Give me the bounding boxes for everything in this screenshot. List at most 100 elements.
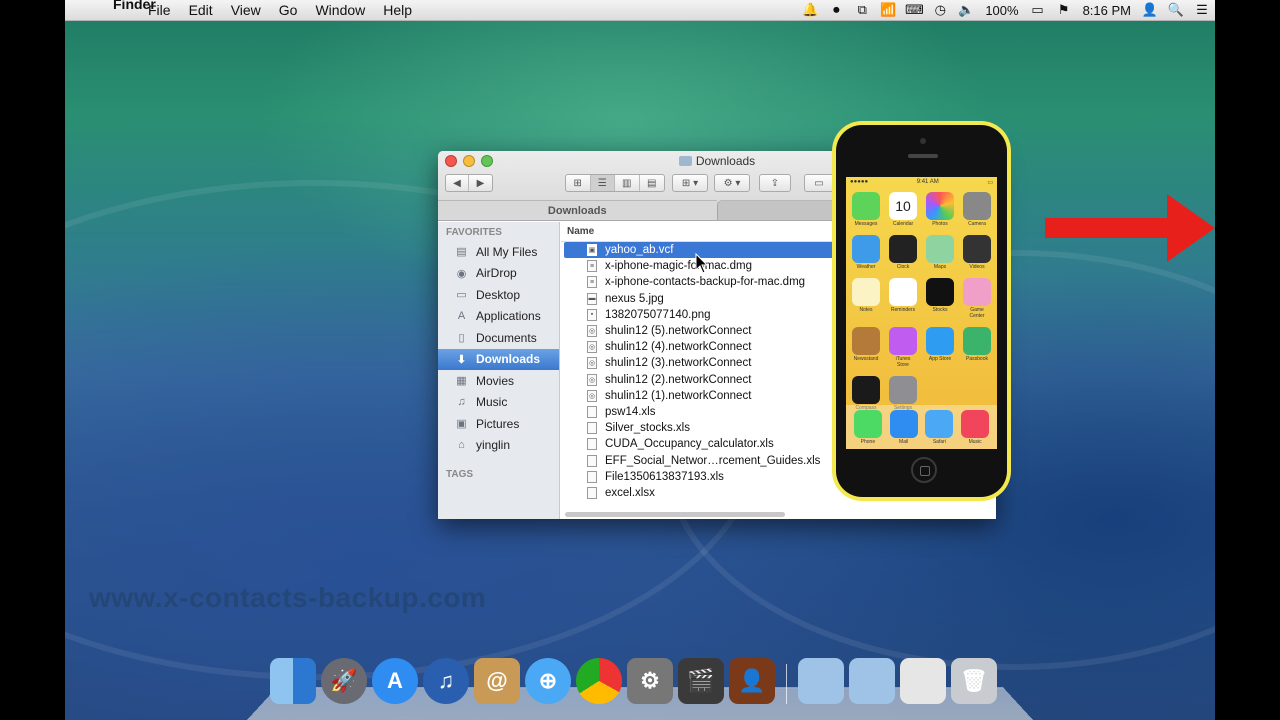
app-label: Safari bbox=[932, 438, 946, 445]
iphone-dock: Phone Mail Safari Music bbox=[846, 405, 997, 449]
trash-dock-icon[interactable]: 🗑 bbox=[951, 658, 997, 704]
action-gear-button[interactable]: ⚙ ▾ bbox=[714, 174, 750, 192]
sidebar-item-label: Movies bbox=[476, 373, 515, 388]
horizontal-scrollbar[interactable] bbox=[565, 512, 785, 517]
notification-center-icon[interactable]: ☰ bbox=[1189, 0, 1215, 21]
file-name: shulin12 (1).networkConnect bbox=[605, 389, 752, 402]
sidebar-item-music[interactable]: ♫ Music bbox=[438, 392, 559, 414]
weather-app-icon bbox=[852, 235, 880, 263]
app-label: iTunes Store bbox=[895, 356, 911, 368]
app-label: Passbook bbox=[966, 356, 988, 362]
network-file-icon: ◎ bbox=[587, 325, 597, 338]
sidebar-item-applications[interactable]: A Applications bbox=[438, 306, 559, 328]
mouse-cursor-icon bbox=[695, 253, 709, 274]
file-name: nexus 5.jpg bbox=[605, 292, 664, 305]
time-machine-icon[interactable]: ◷ bbox=[927, 0, 953, 21]
file-name: Silver_stocks.xls bbox=[605, 422, 690, 435]
camera-app-icon bbox=[963, 192, 991, 220]
music-icon: ♫ bbox=[457, 396, 466, 409]
sidebar-item-documents[interactable]: ▯ Documents bbox=[438, 327, 559, 349]
back-button[interactable]: ◀ bbox=[446, 175, 470, 191]
sidebar-item-yinglin[interactable]: ⌂ yinglin bbox=[438, 435, 559, 457]
stocks-app-icon bbox=[926, 278, 954, 306]
menu-app-name[interactable]: Finder bbox=[111, 0, 156, 24]
flag-icon[interactable]: ⚑ bbox=[1051, 0, 1077, 21]
tags-button[interactable]: ▭ bbox=[804, 174, 834, 192]
menu-file[interactable]: File bbox=[139, 2, 180, 18]
contact-file-icon: ▣ bbox=[587, 244, 597, 257]
file-name: EFF_Social_Networ…rcement_Guides.xls bbox=[605, 454, 821, 467]
messages-app-icon bbox=[852, 192, 880, 220]
network-file-icon: ◎ bbox=[587, 357, 597, 370]
menu-help[interactable]: Help bbox=[374, 2, 421, 18]
menu-window[interactable]: Window bbox=[306, 2, 374, 18]
list-view-button[interactable]: ☰ bbox=[590, 175, 615, 191]
settings-app-icon bbox=[889, 376, 917, 404]
menubar-clock[interactable]: 8:16 PM bbox=[1077, 3, 1137, 18]
sidebar-item-movies[interactable]: ▦ Movies bbox=[438, 370, 559, 392]
tab-downloads[interactable]: Downloads bbox=[438, 200, 717, 220]
all-files-icon: ▤ bbox=[456, 246, 467, 259]
arrange-button[interactable]: ⊞ ▾ bbox=[672, 174, 708, 192]
itunes-dock-icon[interactable]: ♫ bbox=[423, 658, 469, 704]
applications-stack-dock-icon[interactable] bbox=[798, 658, 844, 704]
app-store-dock-icon[interactable]: A bbox=[372, 658, 418, 704]
battery-percent[interactable]: 100% bbox=[979, 3, 1024, 18]
file-name: shulin12 (2).networkConnect bbox=[605, 373, 752, 386]
battery-icon[interactable]: ▭ bbox=[1025, 0, 1051, 21]
imovie-dock-icon[interactable]: 🎬 bbox=[678, 658, 724, 704]
chrome-dock-icon[interactable] bbox=[576, 658, 622, 704]
sidebar-item-label: Downloads bbox=[476, 352, 541, 367]
network-file-icon: ◎ bbox=[587, 341, 597, 354]
app-label: Messages bbox=[854, 221, 878, 227]
spotlight-search-icon[interactable]: 🔍 bbox=[1163, 0, 1189, 21]
iphone-battery-icon: ▭ bbox=[987, 180, 993, 186]
screen-record-icon[interactable]: ⏺ bbox=[823, 0, 849, 21]
icon-view-button[interactable]: ⊞ bbox=[566, 175, 591, 191]
notification-bell-icon[interactable]: 🔔 bbox=[797, 0, 823, 21]
safari-dock-icon[interactable]: ⊕ bbox=[525, 658, 571, 704]
sidebar-item-pictures[interactable]: ▣ Pictures bbox=[438, 413, 559, 435]
sidebar-item-label: Music bbox=[476, 395, 508, 410]
finder-dock-icon[interactable] bbox=[270, 658, 316, 704]
file-name: yahoo_ab.vcf bbox=[605, 244, 674, 257]
pictures-icon: ▣ bbox=[456, 418, 467, 431]
user-icon[interactable]: 👤 bbox=[1137, 0, 1163, 21]
menu-edit[interactable]: Edit bbox=[180, 2, 222, 18]
contacts-dock-icon[interactable]: @ bbox=[474, 658, 520, 704]
system-preferences-dock-icon[interactable]: ⚙ bbox=[627, 658, 673, 704]
share-icon[interactable]: ⧉ bbox=[849, 0, 875, 21]
forward-button[interactable]: ▶ bbox=[469, 175, 492, 191]
sidebar-item-label: Pictures bbox=[476, 416, 520, 431]
spreadsheet-file-icon bbox=[587, 438, 597, 451]
coverflow-view-button[interactable]: ▤ bbox=[640, 175, 664, 191]
volume-icon[interactable]: 🔈 bbox=[953, 0, 979, 21]
keyboard-icon[interactable]: ⌨ bbox=[901, 0, 927, 21]
newsstand-app-icon bbox=[852, 327, 880, 355]
share-button[interactable]: ⇪ bbox=[759, 174, 791, 192]
menu-go[interactable]: Go bbox=[270, 2, 307, 18]
safari-app-icon bbox=[925, 409, 954, 438]
compass-app-icon bbox=[852, 376, 880, 404]
dock: 🚀 A ♫ @ ⊕ ⚙ 🎬 👤 🗑 bbox=[270, 658, 997, 704]
menu-bar: Finder File Edit View Go Window Help 🔔 ⏺… bbox=[65, 0, 1215, 21]
sidebar-item-all-my-files[interactable]: ▤ All My Files bbox=[438, 241, 559, 263]
app-label: Phone bbox=[860, 438, 876, 445]
contacts-backup-dock-icon[interactable]: 👤 bbox=[729, 658, 775, 704]
documents-icon: ▯ bbox=[458, 332, 465, 345]
launchpad-dock-icon[interactable]: 🚀 bbox=[321, 658, 367, 704]
file-name: shulin12 (4).networkConnect bbox=[605, 341, 752, 354]
file-name: excel.xlsx bbox=[605, 486, 655, 499]
column-view-button[interactable]: ▥ bbox=[615, 175, 640, 191]
downloads-stack-dock-icon[interactable] bbox=[849, 658, 895, 704]
document-stack-dock-icon[interactable] bbox=[900, 658, 946, 704]
sidebar-item-desktop[interactable]: ▭ Desktop bbox=[438, 284, 559, 306]
dmg-file-icon: ≡ bbox=[587, 276, 597, 289]
clock-app-icon bbox=[889, 235, 917, 263]
sidebar-item-airdrop[interactable]: ◉ AirDrop bbox=[438, 263, 559, 285]
wifi-icon[interactable]: 📶 bbox=[875, 0, 901, 21]
sidebar-item-label: Documents bbox=[476, 330, 537, 345]
network-file-icon: ◎ bbox=[587, 389, 597, 402]
sidebar-item-downloads[interactable]: ⬇ Downloads bbox=[438, 348, 559, 370]
menu-view[interactable]: View bbox=[222, 2, 270, 18]
